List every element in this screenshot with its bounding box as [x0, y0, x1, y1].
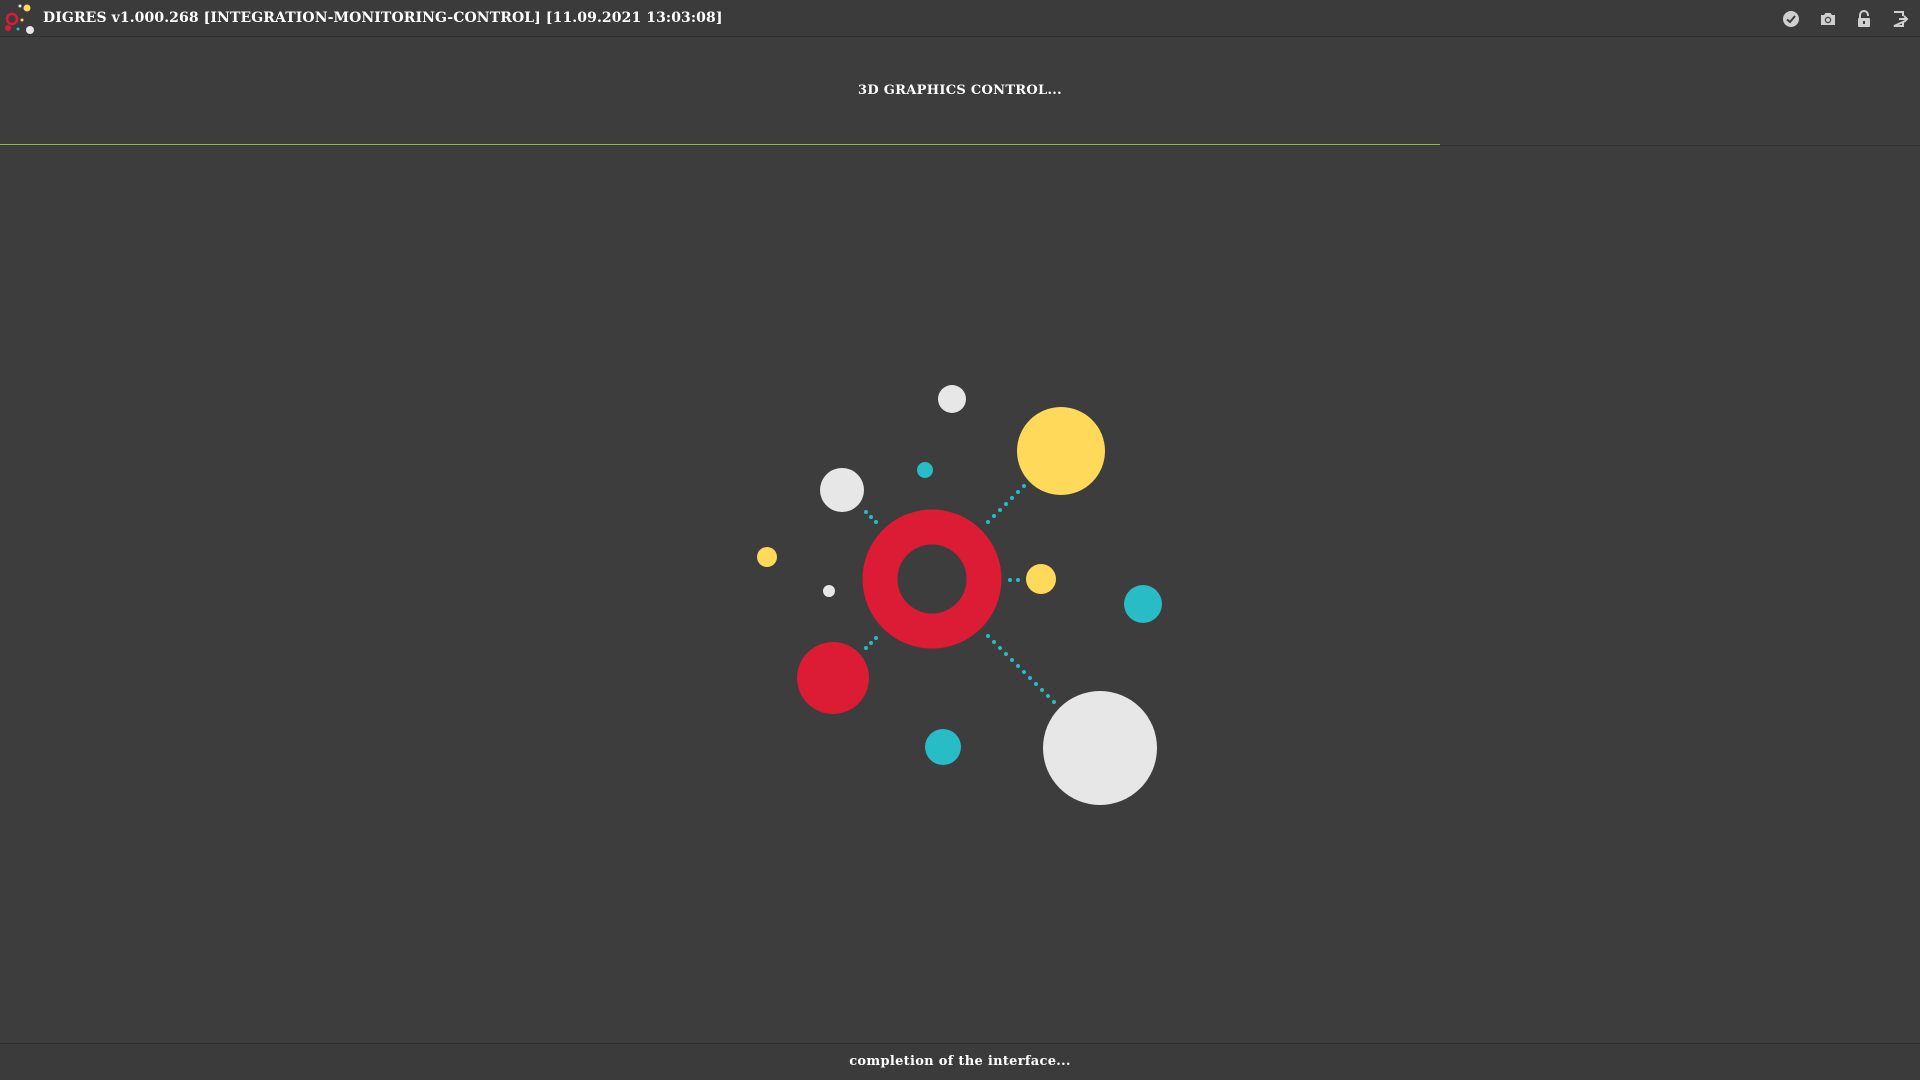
camera-icon[interactable] — [1818, 9, 1838, 29]
white-circle-medium — [820, 468, 864, 512]
white-circle-small — [938, 385, 966, 413]
loading-title: 3D GRAPHICS CONTROL... — [858, 83, 1062, 98]
exit-icon[interactable] — [1890, 9, 1910, 29]
check-circle-icon[interactable] — [1781, 9, 1801, 29]
loading-animation-graphic — [757, 385, 1162, 805]
loading-header: 3D GRAPHICS CONTROL... — [0, 37, 1920, 146]
yellow-circle-right — [1026, 564, 1056, 594]
red-circle — [797, 642, 869, 714]
lock-icon[interactable] — [1854, 9, 1874, 29]
teal-circle-bottom — [925, 729, 961, 765]
yellow-circle-large — [1017, 407, 1105, 495]
teal-circle-tiny — [917, 462, 933, 478]
status-bar: completion of the interface... — [0, 1043, 1920, 1080]
white-circle-tiny — [823, 585, 835, 597]
title-bar: DIGRES v1.000.268 [INTEGRATION-MONITORIN… — [0, 0, 1920, 37]
window-title: DIGRES v1.000.268 [INTEGRATION-MONITORIN… — [43, 10, 723, 26]
teal-circle-right — [1124, 585, 1162, 623]
loading-progress-fill — [0, 144, 1440, 145]
white-circle-large — [1043, 691, 1157, 805]
status-text: completion of the interface... — [849, 1054, 1071, 1069]
app-window: DIGRES v1.000.268 [INTEGRATION-MONITORIN… — [0, 0, 1920, 1080]
app-logo-icon — [5, 4, 34, 34]
central-ring — [862, 509, 1002, 649]
loading-graphic-area — [0, 146, 1920, 1043]
yellow-circle-small — [757, 547, 777, 567]
